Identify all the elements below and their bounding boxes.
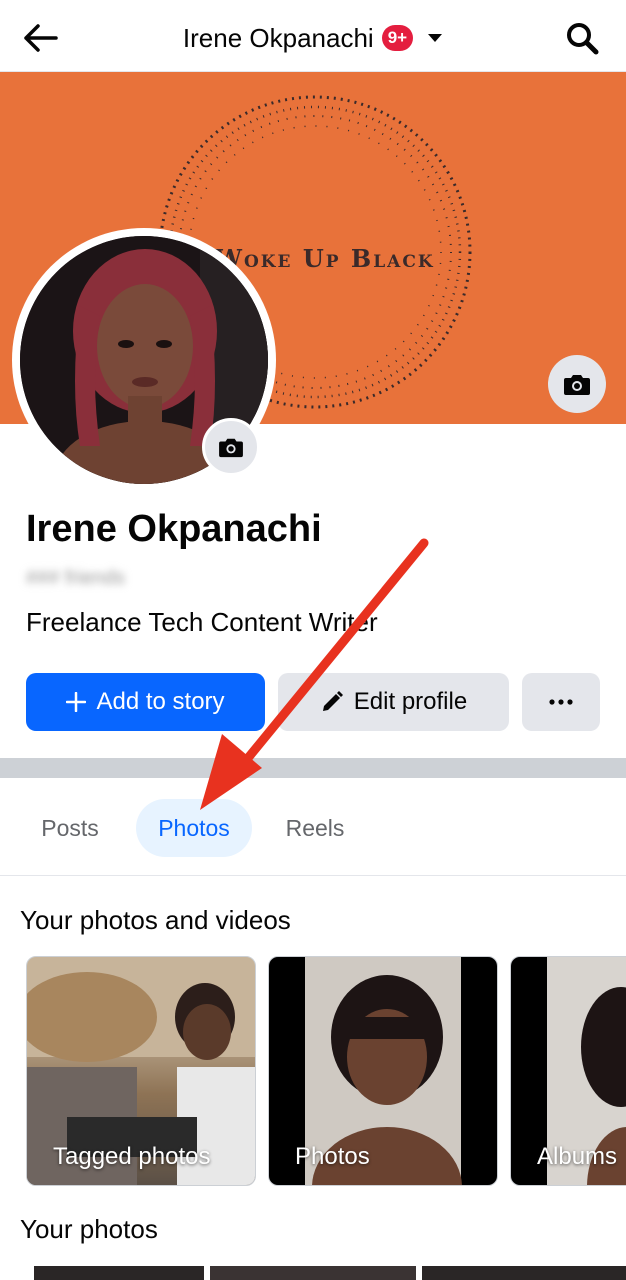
tab-reels[interactable]: Reels xyxy=(266,799,364,857)
card-tagged-photos[interactable]: Tagged photos xyxy=(26,956,256,1186)
photo-thumbnail[interactable] xyxy=(210,1266,416,1280)
camera-icon xyxy=(219,438,243,458)
camera-icon xyxy=(564,375,590,395)
more-icon xyxy=(549,699,573,705)
header-title: Irene Okpanachi xyxy=(182,22,374,53)
friends-count[interactable]: ### friends xyxy=(26,567,125,590)
photo-thumbnail[interactable] xyxy=(422,1266,626,1280)
add-to-story-button[interactable]: Add to story xyxy=(26,673,265,731)
notification-badge: 9+ xyxy=(381,25,414,51)
top-bar: Irene Okpanachi 9+ xyxy=(0,0,626,72)
cover-text: Woke Up Black xyxy=(215,244,435,273)
profile-name: Irene Okpanachi xyxy=(26,508,322,550)
edit-profile-label: Edit profile xyxy=(353,688,468,715)
photos-videos-heading: Your photos and videos xyxy=(20,905,291,935)
card-label: Albums xyxy=(537,1143,618,1170)
edit-cover-button[interactable] xyxy=(548,355,606,413)
your-photos-row xyxy=(0,1266,626,1280)
card-albums[interactable]: Albums xyxy=(510,956,626,1186)
photo-cards-carousel[interactable]: Tagged photos Photos Albums xyxy=(0,956,626,1186)
your-photos-heading: Your photos xyxy=(20,1214,158,1244)
profile-tabs: Posts Photos Reels xyxy=(0,778,626,876)
tab-posts[interactable]: Posts xyxy=(20,799,120,857)
edit-profile-button[interactable]: Edit profile xyxy=(278,673,509,731)
edit-profile-picture-button[interactable] xyxy=(202,418,260,476)
profile-bio: Freelance Tech Content Writer xyxy=(26,607,378,637)
tab-photos[interactable]: Photos xyxy=(136,799,252,857)
caret-down-icon xyxy=(428,34,443,42)
pencil-icon xyxy=(322,691,343,711)
card-label: Tagged photos xyxy=(53,1143,211,1170)
card-label: Photos xyxy=(295,1143,370,1170)
plus-icon xyxy=(66,692,87,712)
search-icon xyxy=(567,23,599,55)
more-options-button[interactable] xyxy=(522,673,600,731)
search-button[interactable] xyxy=(560,16,604,60)
photo-thumbnail[interactable] xyxy=(34,1266,204,1280)
add-to-story-label: Add to story xyxy=(96,688,225,715)
section-divider xyxy=(0,758,626,778)
profile-switcher[interactable]: Irene Okpanachi 9+ xyxy=(0,18,626,58)
card-photos[interactable]: Photos xyxy=(268,956,498,1186)
